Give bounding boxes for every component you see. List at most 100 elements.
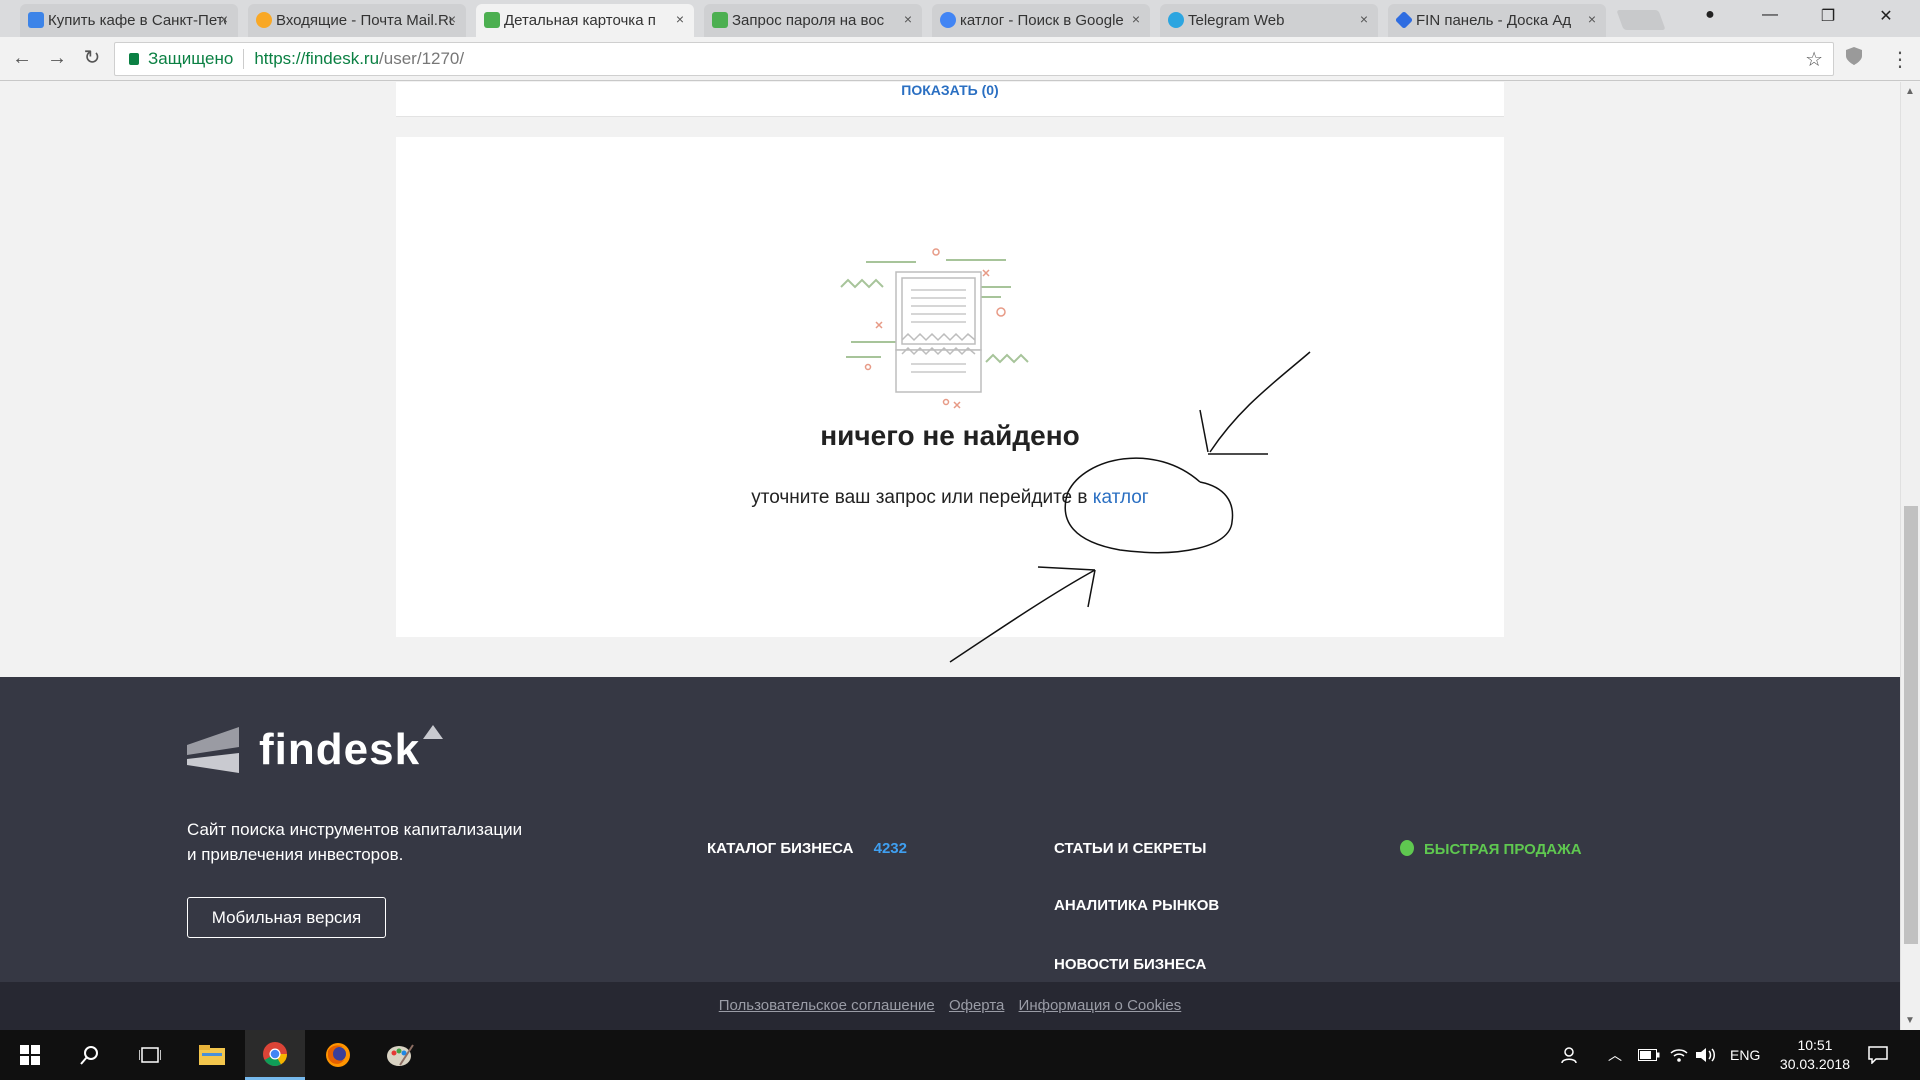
tab-title: FIN панель - Доска Ад <box>1416 12 1572 29</box>
page-scrollbar[interactable]: ▲ ▼ <box>1900 82 1920 1030</box>
tab-title: Запрос пароля на вос <box>732 12 885 29</box>
cookies-info-link[interactable]: Информация о Cookies <box>1019 997 1182 1014</box>
catalog-link[interactable]: катлог <box>1093 487 1149 508</box>
paint-taskbar-icon[interactable] <box>370 1030 430 1080</box>
reload-button[interactable]: ↻ <box>80 46 104 70</box>
footer-nav-label: БЫСТРАЯ ПРОДАЖА <box>1424 841 1582 858</box>
mobile-version-button[interactable]: Мобильная версия <box>187 897 386 938</box>
tab-title: Купить кафе в Санкт-Петерб <box>48 12 226 29</box>
close-tab-icon[interactable]: × <box>220 11 228 27</box>
bookmark-star-icon[interactable]: ☆ <box>1805 47 1823 72</box>
site-footer: findesk Сайт поиска инструментов капитал… <box>0 677 1900 1030</box>
profile-icon[interactable]: ● <box>1690 6 1730 24</box>
google-favicon-icon <box>940 12 956 28</box>
logo-text: findesk <box>259 725 421 774</box>
footer-nav-catalog[interactable]: КАТАЛОГ БИЗНЕСА 4232 <box>707 840 907 857</box>
close-tab-icon[interactable]: × <box>1588 11 1596 27</box>
user-agreement-link[interactable]: Пользовательское соглашение <box>719 997 935 1014</box>
search-icon[interactable] <box>60 1030 120 1080</box>
taskbar-clock[interactable]: 10:51 30.03.2018 <box>1780 1036 1850 1074</box>
secure-label: Защищено <box>148 49 234 68</box>
tab-password-request[interactable]: Запрос пароля на вос × <box>704 4 922 37</box>
scroll-up-arrow-icon[interactable]: ▲ <box>1905 86 1915 97</box>
volume-icon[interactable] <box>1696 1030 1716 1080</box>
tab-card-active[interactable]: Детальная карточка п × <box>476 4 694 37</box>
footer-nav-label: КАТАЛОГ БИЗНЕСА <box>707 840 854 857</box>
previous-card: ПОКАЗАТЬ (0) <box>396 82 1504 117</box>
catalog-count-badge: 4232 <box>873 840 907 857</box>
forward-button[interactable]: → <box>45 46 69 70</box>
tab-telegram[interactable]: Telegram Web × <box>1160 4 1378 37</box>
mail-favicon-icon <box>256 12 272 28</box>
footer-description-line: и привлечения инвесторов. <box>187 845 404 864</box>
empty-message: уточните ваш запрос или перейдите в катл… <box>396 487 1504 509</box>
site-favicon-icon <box>28 12 44 28</box>
scroll-thumb[interactable] <box>1904 506 1918 944</box>
quick-sale-icon <box>1400 840 1414 856</box>
findesk-logo-icon <box>187 727 239 773</box>
tab-title: Telegram Web <box>1188 12 1285 29</box>
clock-date: 30.03.2018 <box>1779 1056 1850 1072</box>
tab-title: Детальная карточка п <box>504 12 656 29</box>
tab-mail[interactable]: Входящие - Почта Mail.Ru × <box>248 4 466 37</box>
footer-nav-articles[interactable]: СТАТЬИ И СЕКРЕТЫ <box>1054 840 1206 857</box>
page-viewport: ПОКАЗАТЬ (0) ничего не найдено уточните … <box>0 82 1900 1030</box>
empty-results-card: ничего не найдено уточните ваш запрос ил… <box>396 137 1504 637</box>
url-host[interactable]: https://findesk.ru <box>254 49 379 69</box>
close-tab-icon[interactable]: × <box>1360 11 1368 27</box>
empty-document-illustration <box>840 248 1029 409</box>
show-link[interactable]: ПОКАЗАТЬ (0) <box>396 82 1504 98</box>
url-path[interactable]: /user/1270/ <box>379 49 464 69</box>
task-view-icon[interactable] <box>120 1030 180 1080</box>
notifications-icon[interactable] <box>1868 1030 1888 1080</box>
clock-time: 10:51 <box>1797 1037 1833 1053</box>
battery-icon[interactable] <box>1638 1030 1660 1080</box>
offer-link[interactable]: Оферта <box>949 997 1004 1014</box>
tray-expand-chevron-icon[interactable]: ︿ <box>1608 1030 1622 1080</box>
firefox-taskbar-icon[interactable] <box>308 1030 368 1080</box>
start-button[interactable] <box>0 1030 60 1080</box>
tab-fin-panel[interactable]: FIN панель - Доска Ад × <box>1388 4 1606 37</box>
back-button[interactable]: ← <box>10 46 34 70</box>
divider <box>243 49 245 69</box>
browser-toolbar: ← → ↻ Защищено https://findesk.ru /user/… <box>0 37 1920 81</box>
footer-description: Сайт поиска инструментов капитализации и… <box>187 817 547 867</box>
close-tab-icon[interactable]: × <box>448 11 456 27</box>
fin-favicon-icon <box>1394 10 1414 30</box>
footer-nav-news[interactable]: НОВОСТИ БИЗНЕСА <box>1054 956 1206 973</box>
close-window-button[interactable]: ✕ <box>1866 6 1906 26</box>
footer-description-line: Сайт поиска инструментов капитализации <box>187 820 523 839</box>
scroll-down-arrow-icon[interactable]: ▼ <box>1905 1015 1915 1026</box>
logo-triangle-icon <box>423 725 443 739</box>
menu-icon[interactable]: ⋮ <box>1890 47 1910 72</box>
tab-strip: Купить кафе в Санкт-Петерб × Входящие - … <box>0 0 1920 37</box>
empty-title: ничего не найдено <box>820 420 1080 451</box>
wifi-icon[interactable] <box>1670 1030 1688 1080</box>
minimize-button[interactable]: — <box>1750 6 1790 24</box>
findesk-favicon-icon <box>484 12 500 28</box>
close-tab-icon[interactable]: × <box>1132 11 1140 27</box>
footer-nav-analytics[interactable]: АНАЛИТИКА РЫНКОВ <box>1054 897 1219 914</box>
new-tab-button[interactable] <box>1616 10 1666 30</box>
findesk-favicon-icon <box>712 12 728 28</box>
tab-title: Входящие - Почта Mail.Ru <box>276 12 454 29</box>
file-explorer-icon[interactable] <box>182 1030 242 1080</box>
chrome-taskbar-icon[interactable] <box>245 1030 305 1080</box>
close-tab-icon[interactable]: × <box>904 11 912 27</box>
restore-button[interactable]: ❐ <box>1808 6 1848 26</box>
windows-taskbar: ︿ ENG 10:51 30.03.2018 <box>0 1030 1920 1080</box>
findesk-logo[interactable]: findesk <box>187 725 447 775</box>
close-tab-icon[interactable]: × <box>676 11 684 27</box>
lock-icon <box>129 53 139 65</box>
tab-kupit-kafe[interactable]: Купить кафе в Санкт-Петерб × <box>20 4 238 37</box>
footer-legal-bar: Пользовательское соглашение Оферта Инфор… <box>0 982 1900 1030</box>
address-bar[interactable]: Защищено https://findesk.ru /user/1270/ … <box>114 42 1834 76</box>
language-indicator[interactable]: ENG <box>1730 1030 1760 1080</box>
people-icon[interactable] <box>1560 1030 1580 1080</box>
tab-title: катлог - Поиск в Google <box>960 12 1124 29</box>
footer-nav-quick-sale[interactable]: БЫСТРАЯ ПРОДАЖА <box>1400 840 1582 858</box>
telegram-favicon-icon <box>1168 12 1184 28</box>
extension-shield-icon[interactable] <box>1846 47 1862 70</box>
tab-google-search[interactable]: катлог - Поиск в Google × <box>932 4 1150 37</box>
windows-logo-icon <box>20 1045 40 1065</box>
